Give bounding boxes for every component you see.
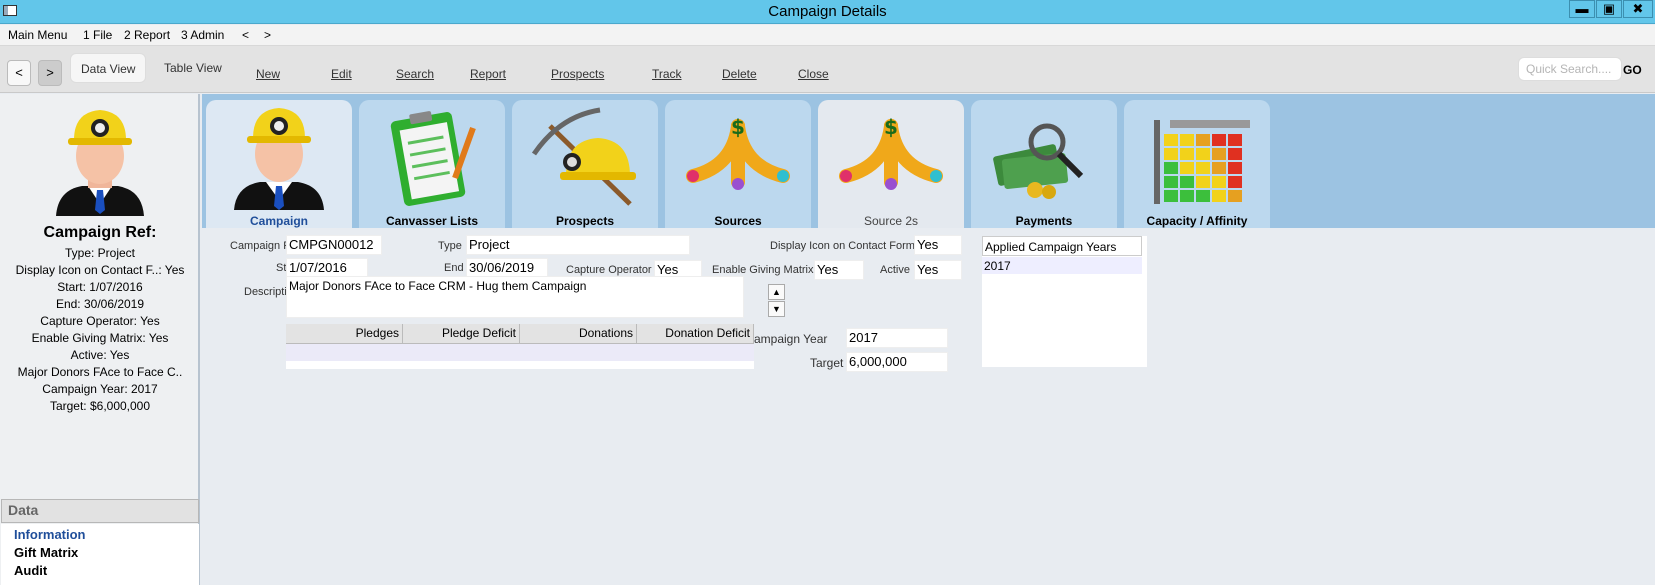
search-button[interactable]: Search (396, 67, 434, 81)
tab-prospects-label: Prospects (555, 214, 615, 228)
quick-search-input[interactable]: Quick Search.... (1518, 57, 1622, 81)
data-item-gift-matrix[interactable]: Gift Matrix (14, 545, 78, 560)
toolbar: < > Data View Table View New Edit Search… (0, 46, 1655, 93)
back-button[interactable]: < (7, 60, 31, 86)
target-field[interactable]: 6,000,000 (846, 352, 948, 372)
grid-header-pledge-deficit[interactable]: Pledge Deficit (403, 324, 520, 344)
menu-bar: Main Menu 1 File 2 Report 3 Admin < > (0, 25, 1655, 46)
tab-canvasser-lists-label: Canvasser Lists (385, 214, 479, 228)
campaign-ref-title: Campaign Ref: (43, 224, 157, 241)
type-field[interactable]: Project (466, 235, 690, 255)
data-list: Information Gift Matrix Audit (1, 524, 199, 585)
display-icon-field[interactable]: Yes (914, 235, 962, 255)
tab-capacity-affinity[interactable]: Capacity / Affinity (1124, 100, 1270, 228)
report-button[interactable]: Report (470, 67, 506, 81)
sources-2-icon: $ (839, 115, 943, 190)
active-field[interactable]: Yes (914, 260, 962, 280)
tab-sources[interactable]: $ Sources (665, 100, 811, 228)
main-panel: Campaign Canvasser Lists Prospects $ Sou… (202, 94, 1655, 585)
data-view-button[interactable]: Data View (70, 53, 147, 83)
menu-prev[interactable]: < (242, 28, 249, 42)
tab-prospects[interactable]: Prospects (512, 100, 658, 228)
campaign-year-field[interactable]: 2017 (846, 328, 948, 348)
tab-capacity-affinity-label: Capacity / Affinity (1146, 214, 1248, 228)
menu-report[interactable]: 2 Report (124, 28, 170, 42)
heatmap-icon (1154, 120, 1250, 204)
data-item-information[interactable]: Information (14, 527, 86, 542)
applied-years-header[interactable]: Applied Campaign Years (982, 236, 1142, 256)
summary-year: Campaign Year: 2017 (42, 382, 158, 396)
campaign-avatar-icon (56, 110, 144, 216)
track-button[interactable]: Track (652, 67, 682, 81)
tab-canvasser-lists[interactable]: Canvasser Lists (359, 100, 505, 228)
svg-text:$: $ (731, 115, 745, 139)
table-row[interactable] (286, 344, 754, 361)
scroll-up-icon[interactable]: ▲ (768, 284, 785, 300)
capture-operator-label: Capture Operator (566, 264, 652, 276)
minimize-button[interactable]: ▬ (1569, 0, 1595, 18)
tab-payments[interactable]: Payments (971, 100, 1117, 228)
summary-end: End: 30/06/2019 (55, 297, 145, 311)
summary-description: Major Donors FAce to Face C.. (17, 365, 183, 379)
maximize-button[interactable]: ▣ (1596, 0, 1622, 18)
summary-type: Type: Project (64, 246, 136, 260)
tab-source-2s[interactable]: $ Source 2s (818, 100, 964, 228)
payments-icon (993, 123, 1084, 199)
close-button[interactable]: Close (798, 67, 829, 81)
summary-active: Active: Yes (70, 348, 130, 362)
clipboard-icon (390, 111, 476, 206)
window-title: Campaign Details (768, 3, 887, 20)
edit-button[interactable]: Edit (331, 67, 352, 81)
svg-text:$: $ (884, 115, 898, 139)
summary-display-icon: Display Icon on Contact F..: Yes (15, 263, 185, 277)
end-field[interactable]: 30/06/2019 (466, 258, 548, 278)
tab-source-2s-label: Source 2s (863, 214, 919, 228)
sources-icon: $ (686, 115, 790, 190)
campaign-year-label: ampaign Year (754, 332, 828, 346)
active-label: Active (880, 264, 910, 276)
type-label: Type (438, 240, 462, 252)
target-label: Target (810, 356, 844, 370)
menu-main[interactable]: Main Menu (8, 28, 67, 42)
summary-target: Target: $6,000,000 (49, 399, 151, 413)
tab-sources-label: Sources (714, 214, 762, 228)
end-label: End (444, 262, 464, 274)
grid-header-donations[interactable]: Donations (520, 324, 637, 344)
description-field[interactable]: Major Donors FAce to Face CRM - Hug them… (286, 276, 744, 318)
pickaxe-helmet-icon (531, 107, 636, 206)
scroll-down-icon[interactable]: ▼ (768, 301, 785, 317)
campaign-ref-field[interactable]: CMPGN00012 (286, 235, 382, 255)
tab-payments-label: Payments (1015, 214, 1073, 228)
new-button[interactable]: New (256, 67, 280, 81)
prospects-button[interactable]: Prospects (551, 67, 604, 81)
tab-campaign-label: Campaign (249, 214, 308, 228)
grid-header-pledges[interactable]: Pledges (286, 324, 403, 344)
enable-giving-label: Enable Giving Matrix (712, 264, 814, 276)
table-view-button[interactable]: Table View (154, 53, 232, 83)
sidebar: Campaign Ref: Type: Project Display Icon… (0, 94, 200, 585)
tab-campaign[interactable]: Campaign (206, 100, 352, 228)
go-button[interactable]: GO (1623, 63, 1642, 77)
start-field[interactable]: 1/07/2016 (286, 258, 368, 278)
summary-giving: Enable Giving Matrix: Yes (31, 331, 169, 345)
delete-button[interactable]: Delete (722, 67, 757, 81)
applied-years-list: Applied Campaign Years 2017 (982, 236, 1147, 367)
grid-header-donation-deficit[interactable]: Donation Deficit (637, 324, 754, 344)
summary-capture: Capture Operator: Yes (40, 314, 160, 328)
enable-giving-field[interactable]: Yes (814, 260, 864, 280)
pledges-grid: Pledges Pledge Deficit Donations Donatio… (286, 324, 754, 369)
list-item[interactable]: 2017 (982, 257, 1142, 274)
data-item-audit[interactable]: Audit (14, 563, 47, 578)
menu-next[interactable]: > (264, 28, 271, 42)
campaign-icon (234, 108, 324, 210)
display-icon-label: Display Icon on Contact Form (770, 240, 915, 252)
close-window-button[interactable]: ✖ (1623, 0, 1653, 18)
menu-admin[interactable]: 3 Admin (181, 28, 224, 42)
data-section-header: Data (1, 499, 199, 523)
summary-start: Start: 1/07/2016 (57, 280, 143, 294)
tab-band: Campaign Canvasser Lists Prospects $ Sou… (202, 94, 1655, 228)
forward-button[interactable]: > (38, 60, 62, 86)
title-bar: Campaign Details ▬ ▣ ✖ (0, 0, 1655, 24)
menu-file[interactable]: 1 File (83, 28, 112, 42)
